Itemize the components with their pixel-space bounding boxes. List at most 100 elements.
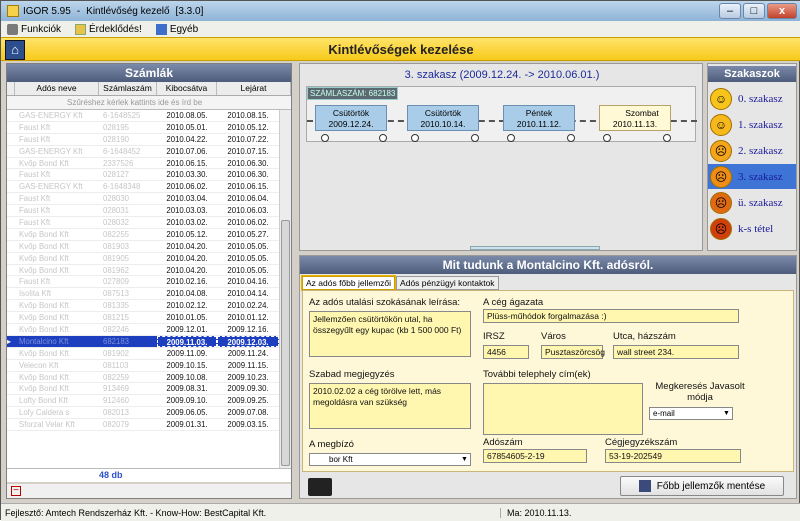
stage-item-5[interactable]: ☹ k-s tétel (708, 216, 796, 241)
table-row[interactable]: Faust Kft 028031 2010.03.03. 2010.06.03. (7, 205, 279, 218)
row-indicator (7, 146, 15, 157)
stage-item-1[interactable]: ☺ 1. szakasz (708, 112, 796, 137)
timeline-event[interactable]: Péntek 2010.11.12. (503, 105, 575, 131)
table-row[interactable]: Kvőp Bond Kft 081905 2010.04.20. 2010.05.05… (7, 253, 279, 265)
cell-debtor: Montalcino Kft (19, 336, 69, 346)
maximize-button[interactable]: □ (743, 3, 765, 19)
menu-funkciok[interactable]: Funkciók (7, 23, 62, 35)
table-row[interactable]: Faust Kft 027809 2010.02.16. 2010.04.16. (7, 276, 279, 289)
table-row[interactable]: ▸ Montalcino Kft 682183 2009.11.03. 2009.12.… (7, 335, 279, 348)
contact-method-select[interactable]: e-mail ▼ (649, 407, 733, 420)
table-row[interactable]: Faust Kft 028127 2010.03.30. 2010.06.30. (7, 169, 279, 182)
stages-title: Szakaszok (708, 66, 796, 82)
other-address-field[interactable] (483, 383, 643, 435)
cell-debtor: GAS-ENERGY Kft (19, 182, 83, 192)
timeline-event-today[interactable]: Szombat 2010.11.13. (599, 105, 671, 131)
habit-field[interactable]: Jellemzően csütörtökön utal, ha összegyű… (309, 311, 471, 357)
table-row[interactable]: Faust Kft 028195 2010.05.01. 2010.05.12. (7, 122, 279, 134)
column-debtor[interactable]: Adós neve (15, 82, 99, 95)
cell-due: 2010.02.24. (227, 301, 269, 311)
table-row[interactable]: Kvőp Bond Kft 081215 2010.01.05. 2010.01.12… (7, 312, 279, 325)
cell-issued: 2009.08.31. (166, 384, 208, 394)
stage-item-0[interactable]: ☺ 0. szakasz (708, 86, 796, 111)
cell-due: 2010.08.15. (227, 111, 269, 120)
table-row[interactable]: Kvőp Bond Kft 081902 2009.11.09. 2009.11.24… (7, 348, 279, 360)
cell-debtor: Faust Kft (19, 218, 51, 228)
table-row[interactable]: Kvőp Bond Kft 2337526 2010.06.15. 2010.06.3… (7, 158, 279, 170)
table-row[interactable]: GAS-ENERGY Kft 6-1648348 2010.06.02. 2010.0… (7, 181, 279, 194)
table-row[interactable]: Kvőp Bond Kft 082246 2009.12.01. 2009.12.16… (7, 324, 279, 336)
cell-issued: 2010.06.15. (166, 158, 208, 168)
table-row[interactable]: GAS-ENERGY Kft 6-1648525 2010.08.05. 2010.0… (7, 110, 279, 122)
menu-egyeb[interactable]: Egyéb (155, 23, 198, 35)
client-select[interactable]: bor Kft ▼ (309, 453, 471, 466)
cell-issued: 2010.05.01. (166, 122, 208, 132)
collapse-icon[interactable]: − (11, 486, 21, 496)
close-button[interactable]: x (767, 3, 797, 19)
column-invoice-no[interactable]: Számlaszám (99, 82, 157, 95)
stage-item-3[interactable]: ☹ 3. szakasz (708, 164, 796, 189)
table-row[interactable]: Kvőp Bond Kft 082259 2009.10.08. 2009.10.23… (7, 372, 279, 384)
street-label: Utca, házszám (613, 331, 676, 342)
city-field[interactable]: Pusztaszörcsög (541, 345, 605, 359)
menu-erdeklodes[interactable]: Érdeklődés! (75, 23, 142, 35)
event-date: 2010.11.13. (612, 119, 658, 129)
table-row[interactable]: Kvőp Bond Kft 082255 2010.05.12. 2010.05.27… (7, 229, 279, 241)
timeline-event[interactable]: Csütörtök 2009.12.24. (315, 105, 387, 131)
cell-issued: 2010.04.22. (166, 134, 208, 144)
table-row[interactable]: Lofy Caldera s 082013 2009.06.05. 2009.07.0… (7, 407, 279, 420)
count-bar: 48 db (7, 468, 291, 482)
stage-item-2[interactable]: ☹ 2. szakasz (708, 138, 796, 163)
event-date: 2010.11.12. (516, 119, 562, 129)
table-row[interactable]: Sforzal Velar Kft 082079 2009.01.31. 2009.0… (7, 419, 279, 432)
minimize-button[interactable]: – (719, 3, 741, 19)
horizontal-scrollbar[interactable]: − (7, 484, 291, 498)
table-row[interactable]: Isolita Kft 087513 2010.04.08. 2010.04.14. (7, 288, 279, 301)
column-due[interactable]: Lejárat (217, 82, 291, 95)
tab-main-traits[interactable]: Az adós főbb jellemzői (300, 275, 397, 291)
panel-splitter[interactable] (470, 246, 600, 250)
cell-debtor: Lofy Caldera s (19, 408, 70, 418)
filter-row[interactable]: Szűréshez kérlek kattints ide és írd be (7, 96, 291, 110)
cell-due: 2009.09.25. (227, 396, 269, 406)
table-row[interactable]: Kvőp Bond Kft 081962 2010.04.20. 2010.05.05… (7, 265, 279, 277)
tools-icon (7, 23, 18, 35)
cell-debtor: Faust Kft (19, 194, 51, 204)
client-value: bor Kft (329, 455, 353, 464)
table-row[interactable]: Kvőp Bond Kft 913469 2009.08.31. 2009.09.30… (7, 383, 279, 396)
tax-field[interactable]: 67854605-2-19 (483, 449, 587, 463)
cell-debtor: Faust Kft (19, 277, 51, 287)
table-row[interactable]: Kvőp Bond Kft 081335 2010.02.12. 2010.02.24… (7, 300, 279, 313)
table-row[interactable]: Lofty Bond Kft 912460 2009.09.10. 2009.09.2… (7, 395, 279, 408)
cell-due: 2010.04.16. (227, 277, 269, 287)
stage-item-4[interactable]: ☹ ü. szakasz (708, 190, 796, 215)
street-field[interactable]: wall street 234. (613, 345, 739, 359)
cell-due: 2010.05.12. (227, 122, 269, 132)
cell-issued: 2010.04.20. (166, 241, 208, 251)
zip-field[interactable]: 4456 (483, 345, 529, 359)
table-row[interactable]: Faust Kft 028190 2010.04.22. 2010.07.22. (7, 134, 279, 146)
menu-bar: Funkciók Érdeklődés! Egyéb (1, 21, 800, 37)
menu-label: Funkciók (21, 23, 62, 35)
save-button[interactable]: Főbb jellemzők mentése (620, 476, 784, 496)
column-issued[interactable]: Kibocsátva (157, 82, 217, 95)
cell-invoice-no: 087513 (103, 289, 130, 299)
table-row[interactable]: Kvőp Bond Kft 081903 2010.04.20. 2010.05.05… (7, 241, 279, 253)
regno-field[interactable]: 53-19-202549 (605, 449, 741, 463)
page-banner: ⌂ Kintlévőségek kezelése (1, 37, 800, 61)
row-indicator (7, 253, 15, 264)
note-field[interactable]: 2010.02.02 a cég törölve lett, más megol… (309, 383, 471, 429)
cell-issued: 2010.06.02. (166, 182, 208, 192)
timeline-event[interactable]: Csütörtök 2010.10.14. (407, 105, 479, 131)
scroll-thumb[interactable] (281, 220, 290, 466)
table-row[interactable]: Faust Kft 028032 2010.03.02. 2010.06.02. (7, 217, 279, 229)
tab-financial-contacts[interactable]: Adós pénzügyi kontaktok (396, 276, 499, 290)
table-row[interactable]: GAS-ENERGY Kft 6-1648452 2010.07.06. 2010.0… (7, 146, 279, 158)
tax-label: Adószám (483, 437, 523, 448)
vertical-scrollbar[interactable] (279, 110, 291, 468)
sector-field[interactable]: Plüss-műhódok forgalmazása :) (483, 309, 739, 323)
table-row[interactable]: Faust Kft 028030 2010.03.04. 2010.06.04. (7, 193, 279, 206)
cell-invoice-no: 6-1648452 (103, 146, 141, 156)
event-day: Péntek (525, 108, 553, 118)
table-row[interactable]: Velecon Kft 081103 2009.10.15. 2009.11.15. (7, 360, 279, 372)
